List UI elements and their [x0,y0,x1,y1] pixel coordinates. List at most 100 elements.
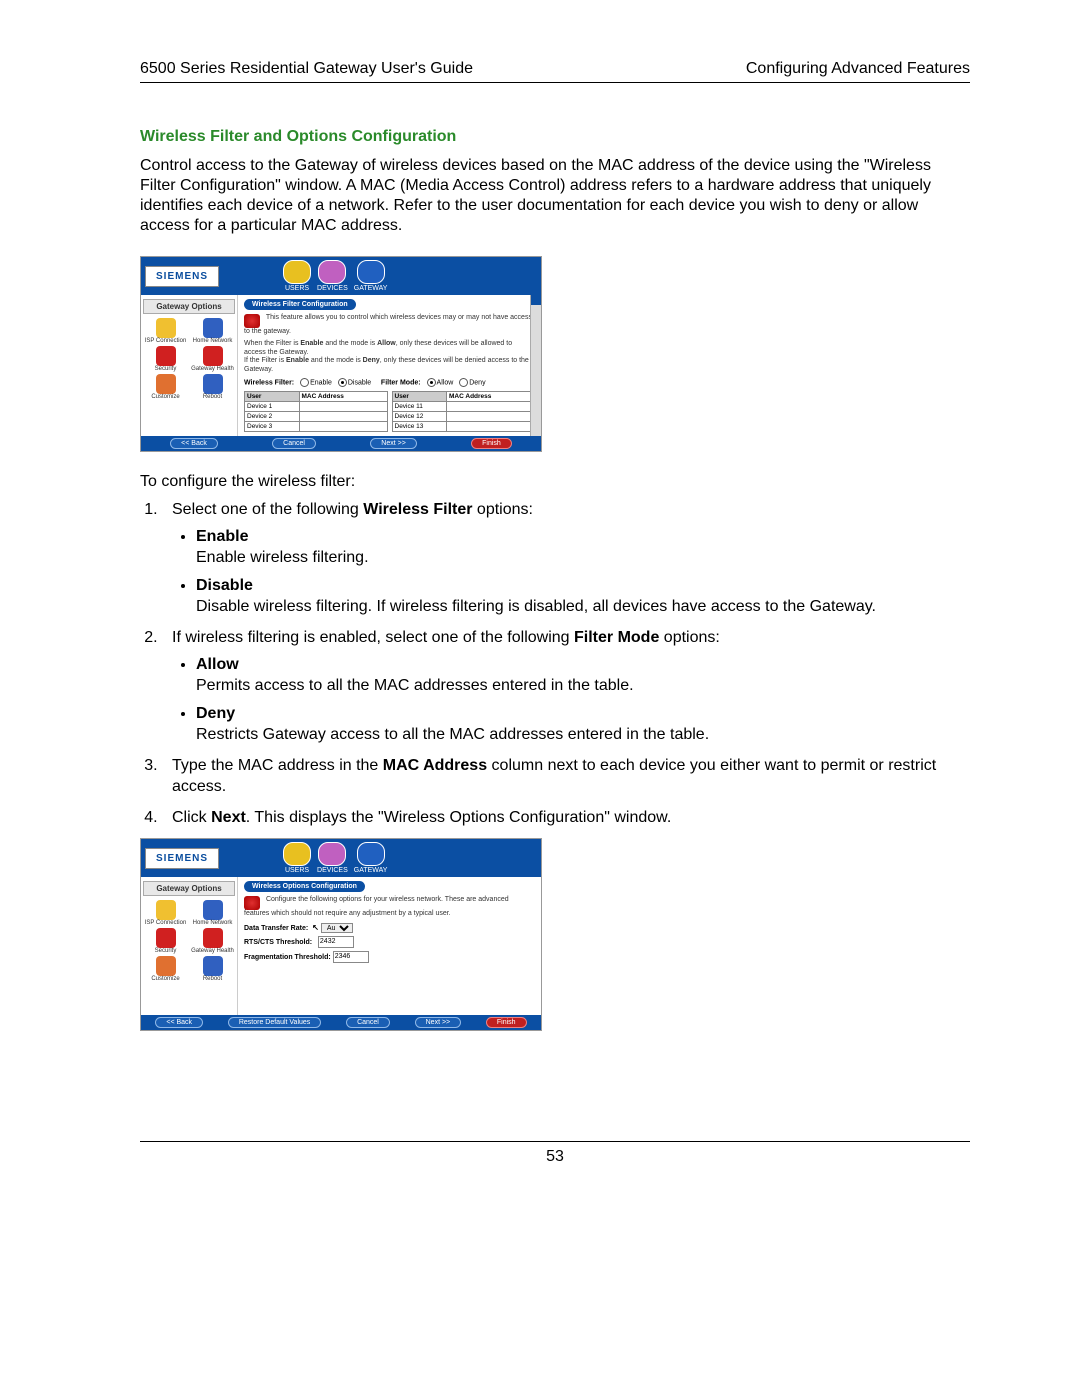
gateway-health-icon [203,928,223,948]
mac-input[interactable] [447,422,534,431]
table-row: Device 3 [245,421,387,431]
step2-bullet-allow: Allow Permits access to all the MAC addr… [196,655,970,697]
reboot-icon [203,374,223,394]
nav-users[interactable]: USERS [283,842,311,874]
gateway-icon [357,842,385,866]
ss1-panel-title: Wireless Filter Configuration [244,299,356,310]
sidebar-title: Gateway Options [143,299,235,314]
cancel-button[interactable]: Cancel [346,1017,390,1028]
sidebar-item-security[interactable]: Security [143,346,188,372]
customize-icon [156,956,176,976]
radio-wf-enable[interactable] [300,378,309,387]
gateway-health-icon [203,346,223,366]
frag-input[interactable] [333,951,369,963]
sidebar-item-gateway-health[interactable]: Gateway Health [190,928,235,954]
sidebar-item-customize[interactable]: Customize [143,374,188,400]
nav-devices[interactable]: DEVICES [317,260,348,292]
isp-connection-icon [156,900,176,920]
sidebar-item-isp-connection[interactable]: ISP Connection [143,318,188,344]
ss1-main: Wireless Filter Configuration This featu… [238,295,541,436]
table-row: Device 12 [393,411,535,421]
next-button[interactable]: Next >> [415,1017,462,1028]
configure-intro: To configure the wireless filter: [140,472,970,492]
nav-devices[interactable]: DEVICES [317,842,348,874]
home-network-icon [203,318,223,338]
sidebar-item-security[interactable]: Security [143,928,188,954]
step1-bullet-enable: Enable Enable wireless filtering. [196,527,970,569]
ss1-desc2: When the Filter is Enable and the mode i… [244,340,535,374]
ss1-top-nav: USERS DEVICES GATEWAY [283,260,387,292]
screenshot-wireless-options: SIEMENS USERS DEVICES GATEWAY Gateway Op… [140,838,542,1031]
finish-button[interactable]: Finish [471,438,512,449]
table-row: Device 11 [393,401,535,411]
mac-input[interactable] [447,402,534,411]
ss2-sidebar: Gateway Options ISP ConnectionHome Netwo… [141,877,238,1015]
scrollbar[interactable] [530,295,541,436]
step1-bullet-disable: Disable Disable wireless filtering. If w… [196,576,970,618]
nav-gateway[interactable]: GATEWAY [354,260,388,292]
sidebar-item-customize[interactable]: Customize [143,956,188,982]
page-footer: 53 [140,1141,970,1166]
data-rate-select[interactable]: Auto [321,923,353,933]
radio-fm-deny[interactable] [459,378,468,387]
sidebar-item-gateway-health[interactable]: Gateway Health [190,346,235,372]
radio-fm-allow[interactable] [427,378,436,387]
step-4: Click Next. This displays the "Wireless … [162,808,970,829]
next-button[interactable]: Next >> [370,438,417,449]
nav-users[interactable]: USERS [283,260,311,292]
header-left: 6500 Series Residential Gateway User's G… [140,60,473,78]
header-right: Configuring Advanced Features [746,60,970,78]
table-row: Device 1 [245,401,387,411]
ss2-top-nav: USERS DEVICES GATEWAY [283,842,387,874]
field-data-rate: Data Transfer Rate: ↖ Auto [244,923,535,933]
header-rule [140,82,970,83]
sidebar-title: Gateway Options [143,881,235,896]
ss1-button-row: << Back Cancel Next >> Finish [141,436,541,451]
radio-wf-disable[interactable] [338,378,347,387]
home-network-icon [203,900,223,920]
users-icon [283,260,311,284]
steps-list: Select one of the following Wireless Fil… [140,500,970,828]
restore-button[interactable]: Restore Default Values [228,1017,321,1028]
page-number: 53 [546,1148,564,1165]
security-icon [156,346,176,366]
scroll-up-icon[interactable] [531,295,541,305]
page-header: 6500 Series Residential Gateway User's G… [140,60,970,78]
ss1-titlebar: SIEMENS USERS DEVICES GATEWAY [141,257,541,295]
mac-input[interactable] [300,422,387,431]
field-frag: Fragmentation Threshold: [244,951,535,963]
step-2: If wireless filtering is enabled, select… [162,628,970,746]
ss1-radio-row: Wireless Filter: Enable Disable Filter M… [244,378,535,387]
mac-input[interactable] [300,402,387,411]
users-icon [283,842,311,866]
table-row: Device 2 [245,411,387,421]
siemens-logo: SIEMENS [145,848,219,869]
wireless-icon [244,896,260,910]
back-button[interactable]: << Back [155,1017,203,1028]
ss2-button-row: << Back Restore Default Values Cancel Ne… [141,1015,541,1030]
sidebar-item-reboot[interactable]: Reboot [190,956,235,982]
section-title: Wireless Filter and Options Configuratio… [140,128,970,146]
devices-icon [318,260,346,284]
sidebar-item-home-network[interactable]: Home Network [190,318,235,344]
rts-input[interactable] [318,936,354,948]
isp-connection-icon [156,318,176,338]
ss2-main: Wireless Options Configuration Configure… [238,877,541,1015]
ss1-sidebar: Gateway Options ISP ConnectionHome Netwo… [141,295,238,436]
mac-input[interactable] [447,412,534,421]
back-button[interactable]: << Back [170,438,218,449]
table-row: Device 13 [393,421,535,431]
sidebar-item-reboot[interactable]: Reboot [190,374,235,400]
reboot-icon [203,956,223,976]
step-1: Select one of the following Wireless Fil… [162,500,970,618]
footer-rule [140,1141,970,1142]
nav-gateway[interactable]: GATEWAY [354,842,388,874]
sidebar-item-isp-connection[interactable]: ISP Connection [143,900,188,926]
sidebar-item-home-network[interactable]: Home Network [190,900,235,926]
cancel-button[interactable]: Cancel [272,438,316,449]
devices-icon [318,842,346,866]
table-header: UserMAC Address [245,392,387,401]
step-3: Type the MAC address in the MAC Address … [162,756,970,798]
mac-input[interactable] [300,412,387,421]
finish-button[interactable]: Finish [486,1017,527,1028]
